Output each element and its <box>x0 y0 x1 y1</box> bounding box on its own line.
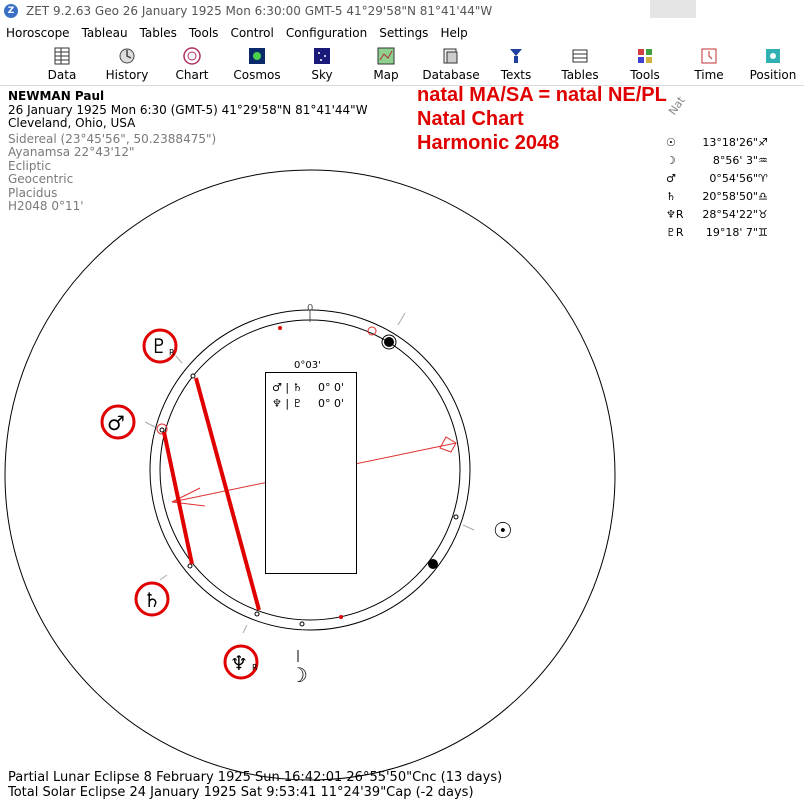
neptune-retrograde-label: R <box>252 663 258 672</box>
mars-icon: ♂ <box>107 411 125 435</box>
red-marker-dot <box>339 615 343 619</box>
tick-mark <box>175 355 183 364</box>
planet-point-dot <box>384 337 394 347</box>
tick-mark <box>462 524 475 531</box>
neptune-pluto-line <box>194 377 261 611</box>
moon-icon: ☽ <box>290 663 308 687</box>
midpoint-value: 0° 0' <box>318 381 345 394</box>
ring-point <box>159 427 165 433</box>
solar-eclipse-line: Total Solar Eclipse 24 January 1925 Sat … <box>8 785 474 800</box>
red-marker-dot <box>278 326 282 330</box>
planet-point-dot <box>428 559 438 569</box>
ring-point <box>187 563 193 569</box>
midpoint-pair: ♆ | ♇ <box>272 397 303 410</box>
ring-point <box>453 514 459 520</box>
midpoint-pair: ♂ | ♄ <box>272 381 303 394</box>
tick-mark <box>242 624 248 634</box>
ring-point <box>190 373 196 379</box>
midpoint-value: 0° 0' <box>318 397 345 410</box>
midpoint-orb-label: 0°03' <box>294 360 321 371</box>
sun-icon: ☉ <box>493 519 513 544</box>
neptune-icon: ♆ <box>230 651 248 675</box>
saturn-icon: ♄ <box>143 588 161 612</box>
pluto-icon: ♇ <box>150 334 168 358</box>
lunar-eclipse-line: Partial Lunar Eclipse 8 February 1925 Su… <box>8 770 503 785</box>
ring-point <box>299 621 305 627</box>
midpoint-row-neptune-pluto: ♆ | ♇ 0° 0' <box>272 397 344 410</box>
tick-mark <box>397 312 406 326</box>
pluto-retrograde-label: R <box>169 348 175 357</box>
tick-mark <box>159 574 168 581</box>
midpoint-row-mars-saturn: ♂ | ♄ 0° 0' <box>272 381 344 394</box>
chart-wheel: 0 ♇ R ♂ ♄ ♆ R ☽ ☉ <box>4 169 616 781</box>
eclipse-info: Partial Lunar Eclipse 8 February 1925 Su… <box>8 770 502 800</box>
ring-point <box>254 611 260 617</box>
tick-mark <box>144 421 156 428</box>
midpoint-box: ♂ | ♄ 0° 0' ♆ | ♇ 0° 0' <box>265 372 357 574</box>
zero-label: 0 <box>307 303 313 314</box>
